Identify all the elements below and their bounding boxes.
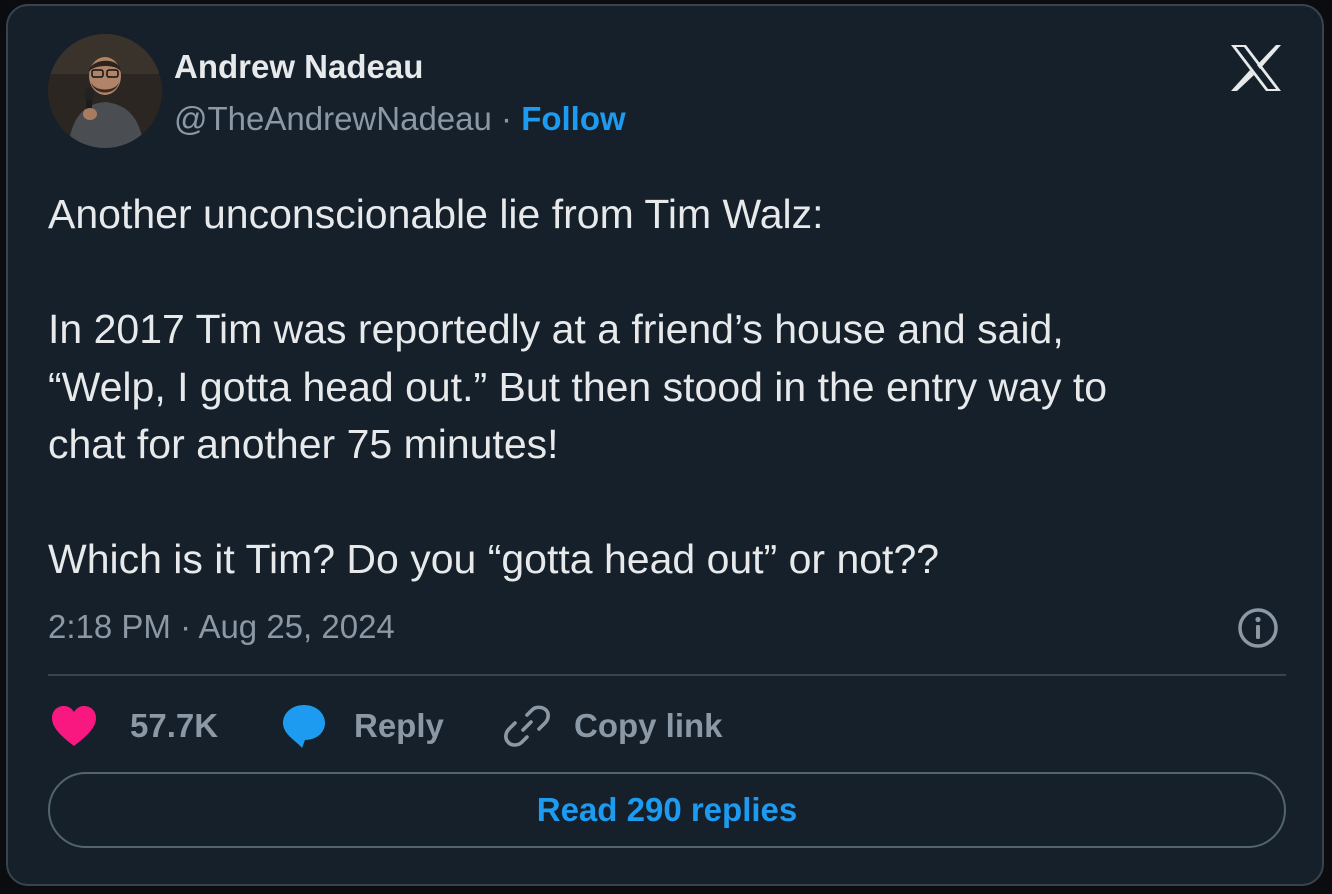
reply-button[interactable]: Reply [280,698,444,754]
x-logo-icon[interactable] [1230,44,1282,92]
like-count: 57.7K [130,707,219,744]
tweet-line: Another unconscionable lie from Tim Walz… [48,191,824,237]
read-replies-button[interactable]: Read 290 replies [48,772,1286,848]
like-button[interactable]: 57.7K [48,698,218,754]
author-handle[interactable]: @TheAndrewNadeau [174,100,492,137]
tweet-line: chat for another 75 minutes! [48,421,559,467]
tweet-line: Which is it Tim? Do you “gotta head out”… [48,536,940,582]
divider [48,674,1286,676]
heart-icon [52,706,96,746]
avatar-photo [48,34,162,148]
timestamp-separator: · [180,608,192,645]
reply-label: Reply [354,707,444,744]
follow-button[interactable]: Follow [521,100,625,137]
avatar[interactable] [48,34,162,148]
speech-bubble-icon [283,705,325,748]
handle-separator: · [501,100,513,137]
info-icon[interactable] [1236,606,1280,650]
copy-link-button[interactable]: Copy link [504,698,723,754]
copy-link-label: Copy link [574,707,723,744]
link-icon [504,705,550,747]
tweet-time: 2:18 PM [48,608,171,645]
tweet-line: In 2017 Tim was reportedly at a friend’s… [48,306,1064,352]
author-name[interactable]: Andrew Nadeau [174,48,423,86]
tweet-line: “Welp, I gotta head out.” But then stood… [48,363,1108,410]
tweet-card: Andrew Nadeau @TheAndrewNadeau · Follow … [6,4,1324,886]
tweet-timestamp[interactable]: 2:18 PM · Aug 25, 2024 [48,608,395,646]
author-handle-row: @TheAndrewNadeau · Follow [174,100,626,138]
tweet-text: Another unconscionable lie from Tim Walz… [48,186,1298,589]
tweet-date: Aug 25, 2024 [198,608,395,645]
read-replies-label: Read 290 replies [536,791,798,828]
